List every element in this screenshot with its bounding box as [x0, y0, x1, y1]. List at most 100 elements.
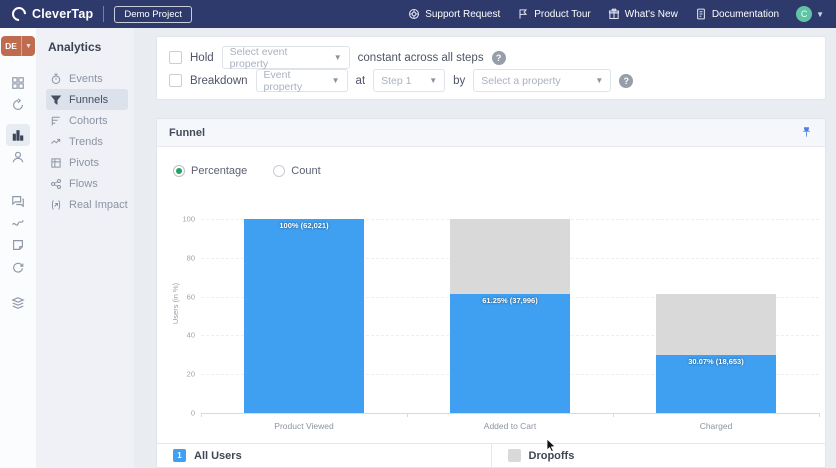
- x-tick: [407, 413, 408, 417]
- hold-label: Hold: [190, 51, 214, 64]
- sidebar-item-funnels[interactable]: Funnels: [46, 89, 128, 110]
- chart-legend: 1 All Users Dropoffs: [157, 443, 825, 467]
- funnels-icon: [50, 95, 62, 105]
- menu-item-label: Cohorts: [69, 114, 108, 127]
- user-menu[interactable]: C ▼: [796, 6, 824, 22]
- menu-item-label: Pivots: [69, 156, 99, 169]
- library-icon[interactable]: [6, 292, 30, 314]
- legend-item-all-users[interactable]: 1 All Users: [157, 444, 491, 467]
- clevertap-logo-icon: [9, 4, 29, 24]
- documentation-link[interactable]: Documentation: [695, 8, 779, 20]
- dropoff-segment[interactable]: [450, 219, 570, 295]
- brand-name: CleverTap: [32, 7, 94, 21]
- clevertap-logo[interactable]: CleverTap: [9, 4, 94, 24]
- bar-value-label: 30.07% (18,653): [688, 356, 744, 366]
- y-tick-label: 80: [186, 253, 195, 263]
- all-users-swatch: 1: [173, 449, 186, 462]
- x-tick: [613, 413, 614, 417]
- sidebar-item-cohorts[interactable]: Cohorts: [46, 110, 128, 131]
- chevron-down-icon: ▼: [816, 9, 824, 19]
- breakdown-checkbox[interactable]: [169, 74, 182, 87]
- chevron-down-icon: ▼: [331, 76, 340, 85]
- by-label: by: [453, 74, 466, 87]
- y-tick-label: 100: [182, 214, 195, 224]
- legend-label: Dropoffs: [528, 449, 575, 462]
- flows-icon: [51, 178, 61, 189]
- x-category-label: Charged: [699, 421, 733, 431]
- bar-value-label: 100% (62,021): [279, 221, 329, 230]
- campaigns-icon[interactable]: [6, 94, 30, 116]
- y-axis-label: Users (in %): [171, 282, 181, 325]
- chevron-down-icon: ▼: [333, 53, 342, 62]
- hold-property-select[interactable]: Select event property ▼: [221, 45, 350, 70]
- sync-icon[interactable]: [6, 256, 30, 278]
- hold-property-placeholder: Select event property: [229, 45, 288, 70]
- dropoffs-swatch: [507, 449, 521, 462]
- users-segment[interactable]: [244, 219, 364, 413]
- legend-label: All Users: [194, 449, 242, 462]
- submenu-title: Analytics: [48, 40, 102, 54]
- hold-suffix-label: constant across all steps: [357, 51, 484, 64]
- percentage-radio[interactable]: Percentage: [173, 164, 247, 177]
- dropoff-segment[interactable]: [656, 294, 776, 355]
- whats-new-label: What's New: [624, 8, 678, 20]
- documentation-label: Documentation: [711, 8, 780, 20]
- messages-icon[interactable]: [6, 190, 30, 212]
- whats-new-link[interactable]: What's New: [608, 8, 678, 20]
- radio-unselected-icon: [273, 164, 286, 177]
- trends-icon: [51, 138, 61, 144]
- x-category-label: Product Viewed: [274, 421, 334, 431]
- document-icon: [696, 8, 705, 20]
- breakdown-by-select[interactable]: Select a property ▼: [473, 69, 612, 92]
- product-tour-link[interactable]: Product Tour: [517, 8, 591, 20]
- menu-item-label: Flows: [69, 177, 98, 190]
- pin-icon[interactable]: [800, 126, 813, 139]
- funnel-chart: Users (in %) 0 20 40 60 80 100 100% (62,021) Pr…: [157, 181, 825, 431]
- funnel-panel-header: Funnel: [157, 119, 825, 147]
- x-tick: [819, 413, 820, 417]
- sidebar-item-flows[interactable]: Flows: [46, 173, 128, 194]
- funnel-bar[interactable]: 61.25% (37,996): [450, 219, 570, 413]
- funnel-bar[interactable]: 100% (62,021): [244, 219, 364, 413]
- cohorts-icon: [51, 116, 60, 125]
- user-avatar[interactable]: C: [796, 6, 813, 22]
- hold-filter-row: Hold Select event property ▼ constant ac…: [169, 45, 813, 70]
- chart-view-toggle: Percentage Count: [157, 147, 825, 181]
- breakdown-step-value: Step 1: [381, 74, 412, 87]
- funnel-bar[interactable]: 30.07% (18,653): [656, 219, 776, 413]
- breakdown-step-select[interactable]: Step 1 ▼: [373, 69, 446, 92]
- product-tour-label: Product Tour: [534, 8, 591, 20]
- sidebar-item-events[interactable]: Events: [46, 68, 128, 89]
- count-radio-label: Count: [291, 164, 321, 177]
- gift-icon: [608, 8, 619, 20]
- funnel-plot: 0 20 40 60 80 100 100% (62,021) Product Viewed 6…: [182, 215, 820, 431]
- breakdown-label: Breakdown: [190, 74, 248, 87]
- sidebar-item-real-impact[interactable]: Real Impact: [46, 194, 128, 215]
- support-request-link[interactable]: Support Request: [408, 8, 500, 20]
- audience-icon[interactable]: [6, 146, 30, 168]
- users-segment[interactable]: [450, 294, 570, 413]
- dashboard-grid-icon[interactable]: [6, 72, 30, 94]
- breakdown-help-icon[interactable]: ?: [619, 73, 634, 88]
- project-selector-button[interactable]: Demo Project: [114, 5, 192, 23]
- account-switcher[interactable]: DE ▼: [1, 36, 35, 56]
- y-tick-label: 60: [186, 292, 195, 302]
- y-tick-label: 40: [186, 330, 195, 340]
- hold-checkbox[interactable]: [169, 51, 182, 64]
- sidebar-item-pivots[interactable]: Pivots: [46, 152, 128, 173]
- funnel-panel-title: Funnel: [169, 126, 206, 139]
- gridline: [201, 413, 819, 414]
- funnel-filter-panel: Hold Select event property ▼ constant ac…: [156, 36, 826, 100]
- x-category-label: Added to Cart: [483, 421, 537, 431]
- hold-help-icon[interactable]: ?: [491, 50, 506, 65]
- chevron-down-icon: ▼: [20, 36, 35, 56]
- menu-item-label: Funnels: [69, 93, 109, 106]
- navbar-divider: [103, 6, 105, 22]
- legend-item-dropoffs[interactable]: Dropoffs: [490, 444, 826, 467]
- journeys-icon[interactable]: [6, 212, 30, 234]
- count-radio[interactable]: Count: [273, 164, 321, 177]
- segments-icon[interactable]: [6, 234, 30, 256]
- breakdown-property-select[interactable]: Event property ▼: [255, 69, 348, 93]
- analytics-icon[interactable]: [6, 124, 30, 146]
- sidebar-item-trends[interactable]: Trends: [46, 131, 128, 152]
